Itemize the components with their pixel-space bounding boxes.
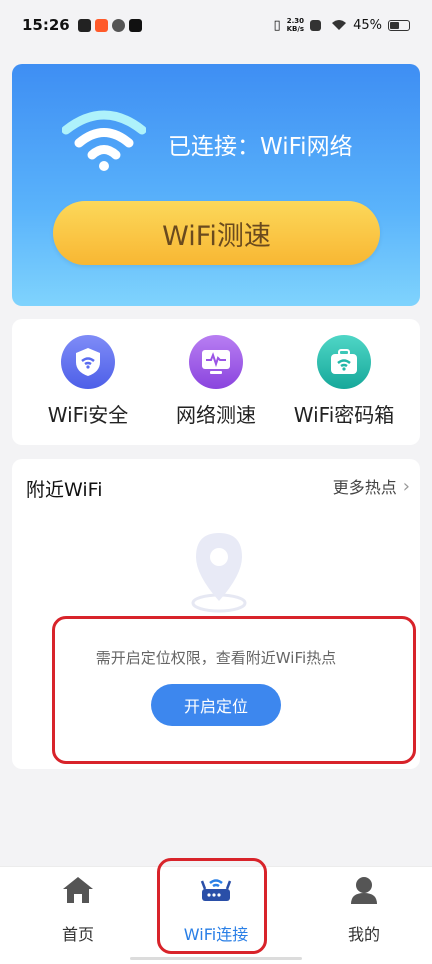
vibrate-icon: ▯: [273, 17, 281, 33]
network-speed-value: 2.30: [286, 17, 304, 25]
tool-label: WiFi安全: [47, 403, 129, 427]
nearby-wifi-title: 附近WiFi: [26, 479, 103, 501]
wifi-speed-test-button[interactable]: WiFi测速: [53, 201, 380, 265]
nav-label: 我的: [347, 925, 380, 944]
nav-label: 首页: [61, 925, 94, 944]
router-icon: [200, 879, 232, 901]
tool-network-speed[interactable]: 网络测速: [146, 335, 286, 428]
battery-icon: [388, 19, 410, 31]
battery-percent: 45%: [353, 17, 382, 33]
tool-wifi-security[interactable]: WiFi安全: [18, 335, 158, 428]
cloud-icon: [111, 18, 125, 32]
enable-location-button[interactable]: 开启定位: [151, 684, 281, 726]
tools-card: WiFi安全 网络测速 WiFi密码箱: [12, 319, 420, 445]
connection-status: 已连接：WiFi网络: [168, 134, 353, 160]
more-hotspots-link[interactable]: 更多热点 ›: [333, 474, 410, 498]
tool-label: WiFi密码箱: [293, 403, 395, 427]
location-pin-icon: [191, 533, 247, 613]
nav-home[interactable]: 首页: [18, 875, 138, 945]
home-icon: [63, 877, 93, 903]
notification-icon: [77, 18, 91, 32]
nav-wifi-connect[interactable]: WiFi连接: [156, 875, 276, 945]
status-time: 15:26: [22, 16, 70, 34]
wifi-signal-icon: [332, 20, 347, 30]
sim-off-icon: [310, 19, 322, 31]
network-speed-unit: KB/s: [286, 25, 305, 33]
nav-profile[interactable]: 我的: [304, 875, 424, 945]
app-notification-icon: [94, 18, 108, 32]
location-permission-message: 需开启定位权限，查看附近WiFi热点: [95, 649, 337, 667]
chevron-right-icon: ›: [402, 475, 410, 497]
tool-label: 网络测速: [176, 403, 256, 427]
tiktok-icon: [128, 18, 142, 32]
home-indicator: [130, 957, 302, 960]
nav-label: WiFi连接: [183, 925, 249, 944]
nearby-wifi-card: 附近WiFi 更多热点 › 需开启定位权限，查看附近WiFi热点 开启定位: [12, 459, 420, 769]
user-icon: [351, 877, 377, 904]
wifi-box-icon: [317, 335, 371, 389]
shield-wifi-icon: [61, 335, 115, 389]
connection-card: 已连接：WiFi网络 WiFi测速: [12, 64, 420, 306]
app-screen: 15:26 ▯ 2.30 KB/s 45% 已连接：WiFi网络 WiFi测速 …: [0, 0, 432, 964]
status-right-group: ▯ 2.30 KB/s 45%: [273, 17, 410, 33]
bottom-nav: 首页 WiFi连接 我的: [0, 866, 432, 964]
status-bar: 15:26 ▯ 2.30 KB/s 45%: [0, 0, 432, 50]
tool-wifi-password-box[interactable]: WiFi密码箱: [274, 335, 414, 428]
more-hotspots-label: 更多热点: [332, 478, 397, 497]
network-speed: 2.30 KB/s: [287, 17, 304, 33]
monitor-pulse-icon: [189, 335, 243, 389]
wifi-connected-icon: [62, 110, 146, 171]
